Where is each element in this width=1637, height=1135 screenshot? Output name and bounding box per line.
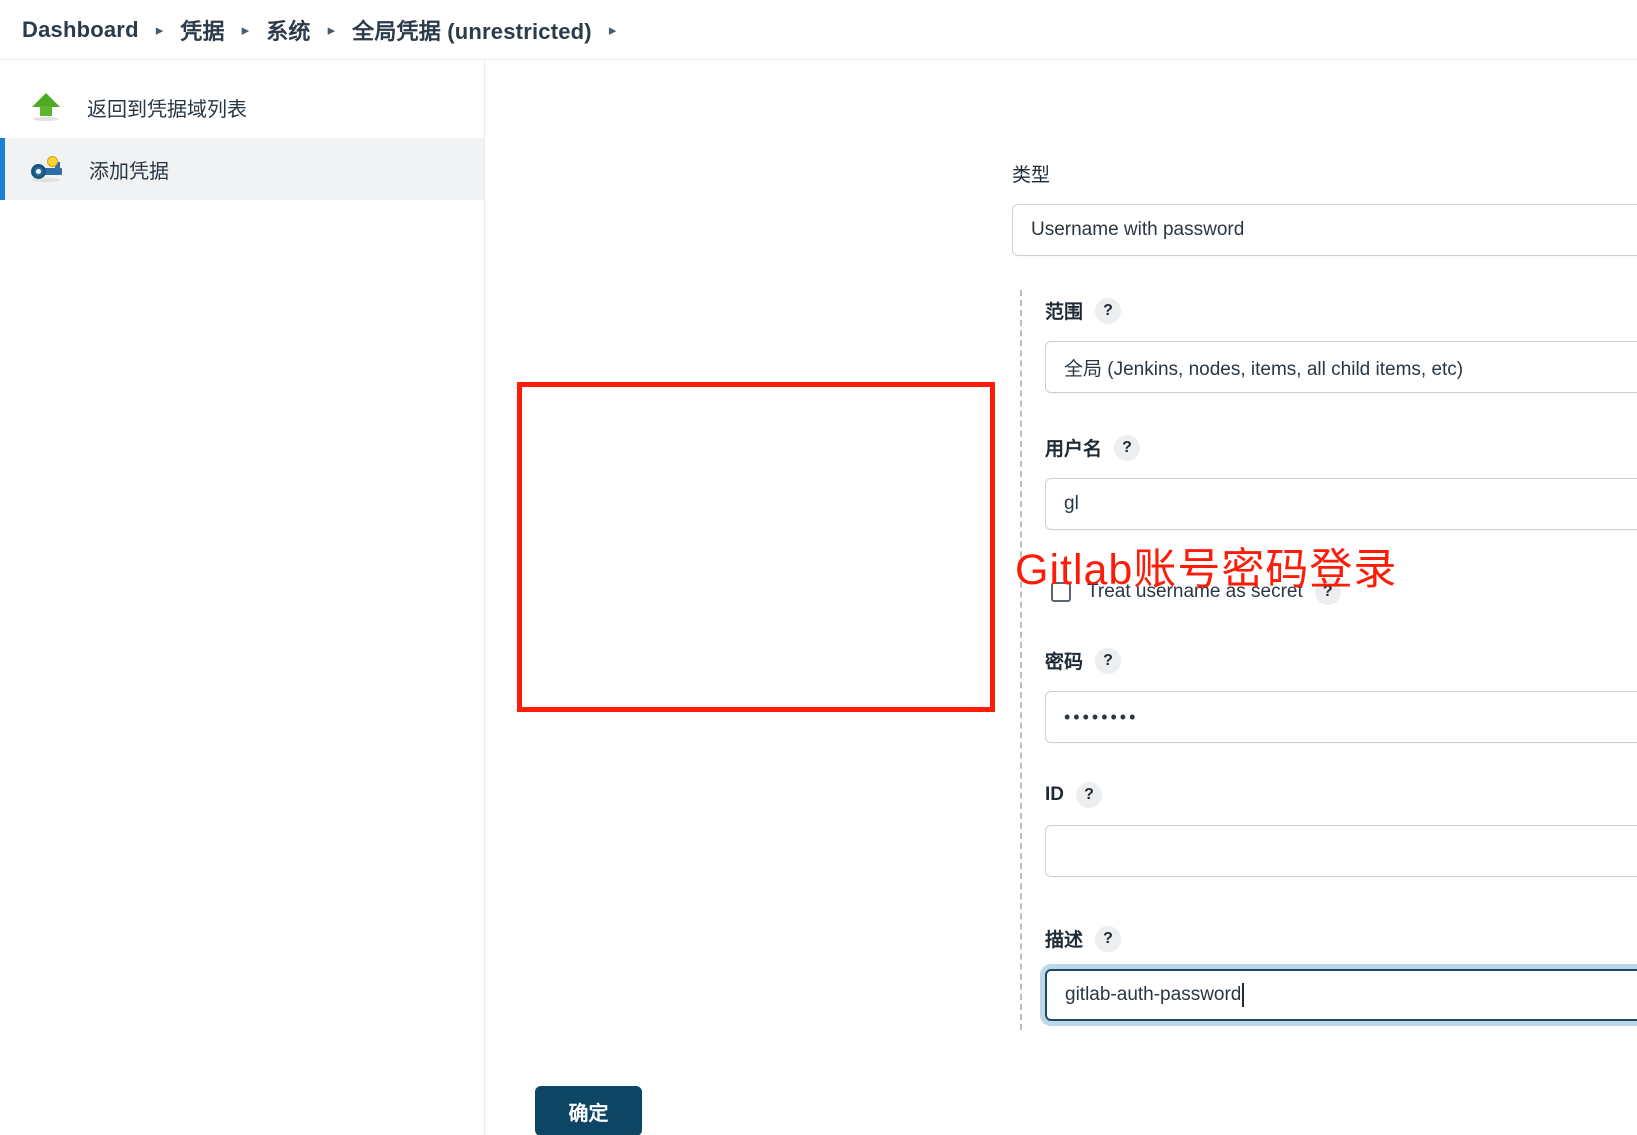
type-select-value: Username with password (1031, 219, 1245, 240)
scope-help-icon[interactable]: ? (1095, 297, 1122, 324)
field-username: 用户名 ? gl (1045, 434, 1637, 530)
breadcrumb-separator-icon: ▸ (241, 22, 250, 39)
field-password: 密码 ? •••••••• (1045, 647, 1637, 743)
scope-label: 范围 ? (1045, 297, 1637, 324)
up-arrow-icon (31, 93, 61, 121)
annotation-text: Gitlab账号密码登录 (1015, 546, 1398, 594)
annotation-highlight-box (517, 382, 995, 712)
field-type: 类型 Username with password (1012, 160, 1637, 256)
id-label-text: ID (1045, 784, 1064, 805)
password-help-icon[interactable]: ? (1095, 647, 1122, 674)
username-label: 用户名 ? (1045, 434, 1637, 461)
id-label: ID ? (1045, 782, 1637, 808)
description-label-text: 描述 (1045, 930, 1084, 951)
username-help-icon[interactable]: ? (1114, 434, 1141, 461)
id-help-icon[interactable]: ? (1076, 782, 1102, 808)
sidebar-item-label: 返回到凭据域列表 (87, 98, 247, 121)
field-description: 描述 ? gitlab-auth-password (1045, 925, 1637, 1021)
key-icon (31, 156, 63, 182)
description-input[interactable]: gitlab-auth-password (1045, 969, 1637, 1021)
password-label: 密码 ? (1045, 647, 1637, 674)
id-input[interactable] (1045, 825, 1637, 877)
credentials-form: 类型 Username with password 范围 ? 全局 (Jenki… (485, 60, 1637, 1135)
password-input[interactable]: •••••••• (1045, 691, 1637, 743)
breadcrumb-item-system[interactable]: 系统 (266, 14, 310, 46)
sidebar-item-add-credentials[interactable]: 添加凭据 (0, 138, 484, 200)
breadcrumb-dropdown-icon[interactable]: ▸ (609, 23, 617, 38)
breadcrumb: Dashboard ▸ 凭据 ▸ 系统 ▸ 全局凭据 (unrestricted… (0, 0, 1637, 60)
sidebar: 返回到凭据域列表 添加凭据 (0, 60, 485, 1135)
breadcrumb-item-global-credentials[interactable]: 全局凭据 (unrestricted) (352, 14, 592, 46)
breadcrumb-separator-icon: ▸ (327, 22, 336, 39)
indent-guide (1020, 290, 1022, 1030)
breadcrumb-separator-icon: ▸ (155, 22, 164, 39)
scope-select[interactable]: 全局 (Jenkins, nodes, items, all child ite… (1045, 341, 1637, 393)
submit-button[interactable]: 确定 (535, 1086, 642, 1135)
description-help-icon[interactable]: ? (1095, 925, 1122, 952)
scope-select-value: 全局 (Jenkins, nodes, items, all child ite… (1064, 358, 1464, 380)
field-scope: 范围 ? 全局 (Jenkins, nodes, items, all chil… (1045, 297, 1637, 393)
sidebar-item-back-to-credential-domains[interactable]: 返回到凭据域列表 (0, 76, 484, 138)
username-input-value: gl (1064, 493, 1079, 514)
description-input-value: gitlab-auth-password (1065, 984, 1242, 1005)
type-label-text: 类型 (1012, 165, 1051, 186)
text-cursor (1242, 983, 1244, 1007)
username-label-text: 用户名 (1045, 439, 1103, 460)
username-input[interactable]: gl (1045, 478, 1637, 530)
breadcrumb-item-dashboard[interactable]: Dashboard (22, 17, 139, 43)
password-label-text: 密码 (1045, 652, 1084, 673)
field-id: ID ? (1045, 782, 1637, 877)
password-input-value: •••••••• (1064, 706, 1139, 727)
type-select[interactable]: Username with password (1012, 204, 1637, 256)
scope-label-text: 范围 (1045, 302, 1084, 323)
type-label: 类型 (1012, 160, 1637, 187)
description-label: 描述 ? (1045, 925, 1637, 952)
breadcrumb-item-credentials[interactable]: 凭据 (180, 14, 224, 46)
sidebar-item-label: 添加凭据 (89, 160, 169, 183)
